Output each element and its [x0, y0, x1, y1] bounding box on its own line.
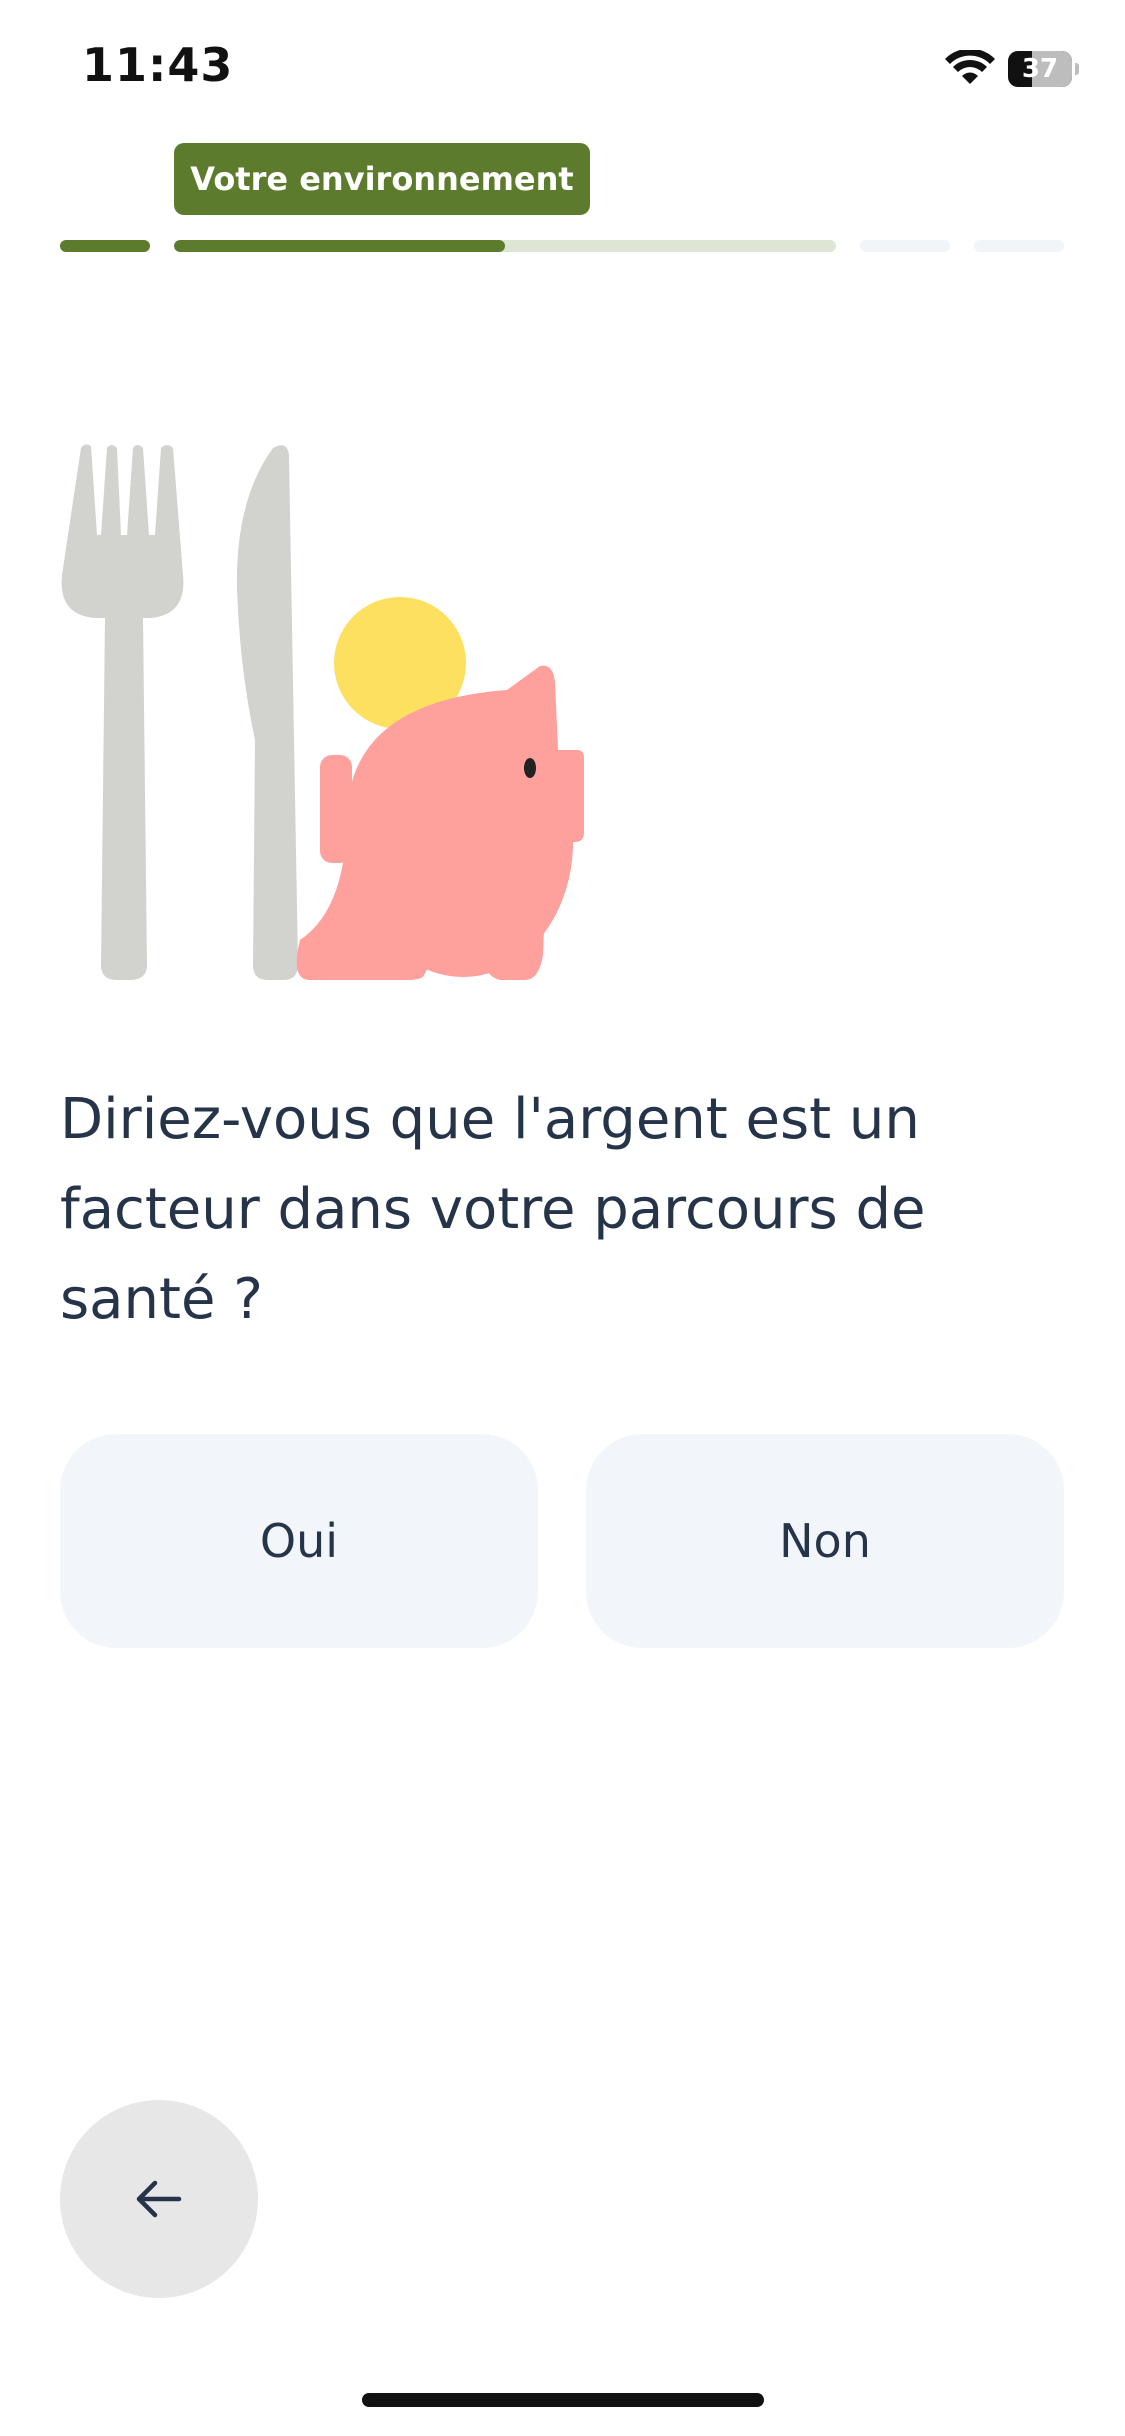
battery-icon: 37	[1008, 51, 1079, 87]
fork-icon	[61, 444, 184, 980]
question-text: Diriez-vous que l'argent est un facteur …	[60, 1087, 926, 1332]
yes-button[interactable]: Oui	[60, 1434, 538, 1648]
wifi-icon	[945, 50, 995, 84]
status-time: 11:43	[82, 38, 234, 92]
yes-button-label: Oui	[259, 1514, 339, 1568]
no-button-label: Non	[779, 1514, 871, 1568]
no-button[interactable]: Non	[586, 1434, 1064, 1648]
battery-level: 37	[1021, 54, 1059, 84]
knife-icon	[236, 445, 298, 980]
section-badge: Votre environnement	[174, 143, 590, 215]
progress-segment-2-fill	[174, 240, 505, 252]
piggy-bank-icon	[296, 665, 584, 980]
progress-segment-4	[974, 240, 1064, 252]
arrow-left-icon	[136, 2180, 182, 2218]
money-meal-illustration	[61, 444, 584, 980]
progress-segment-3	[860, 240, 950, 252]
home-indicator[interactable]	[362, 2393, 764, 2407]
progress-segment-2	[174, 240, 836, 252]
progress-segment-1	[60, 240, 150, 252]
back-button[interactable]	[60, 2100, 258, 2298]
